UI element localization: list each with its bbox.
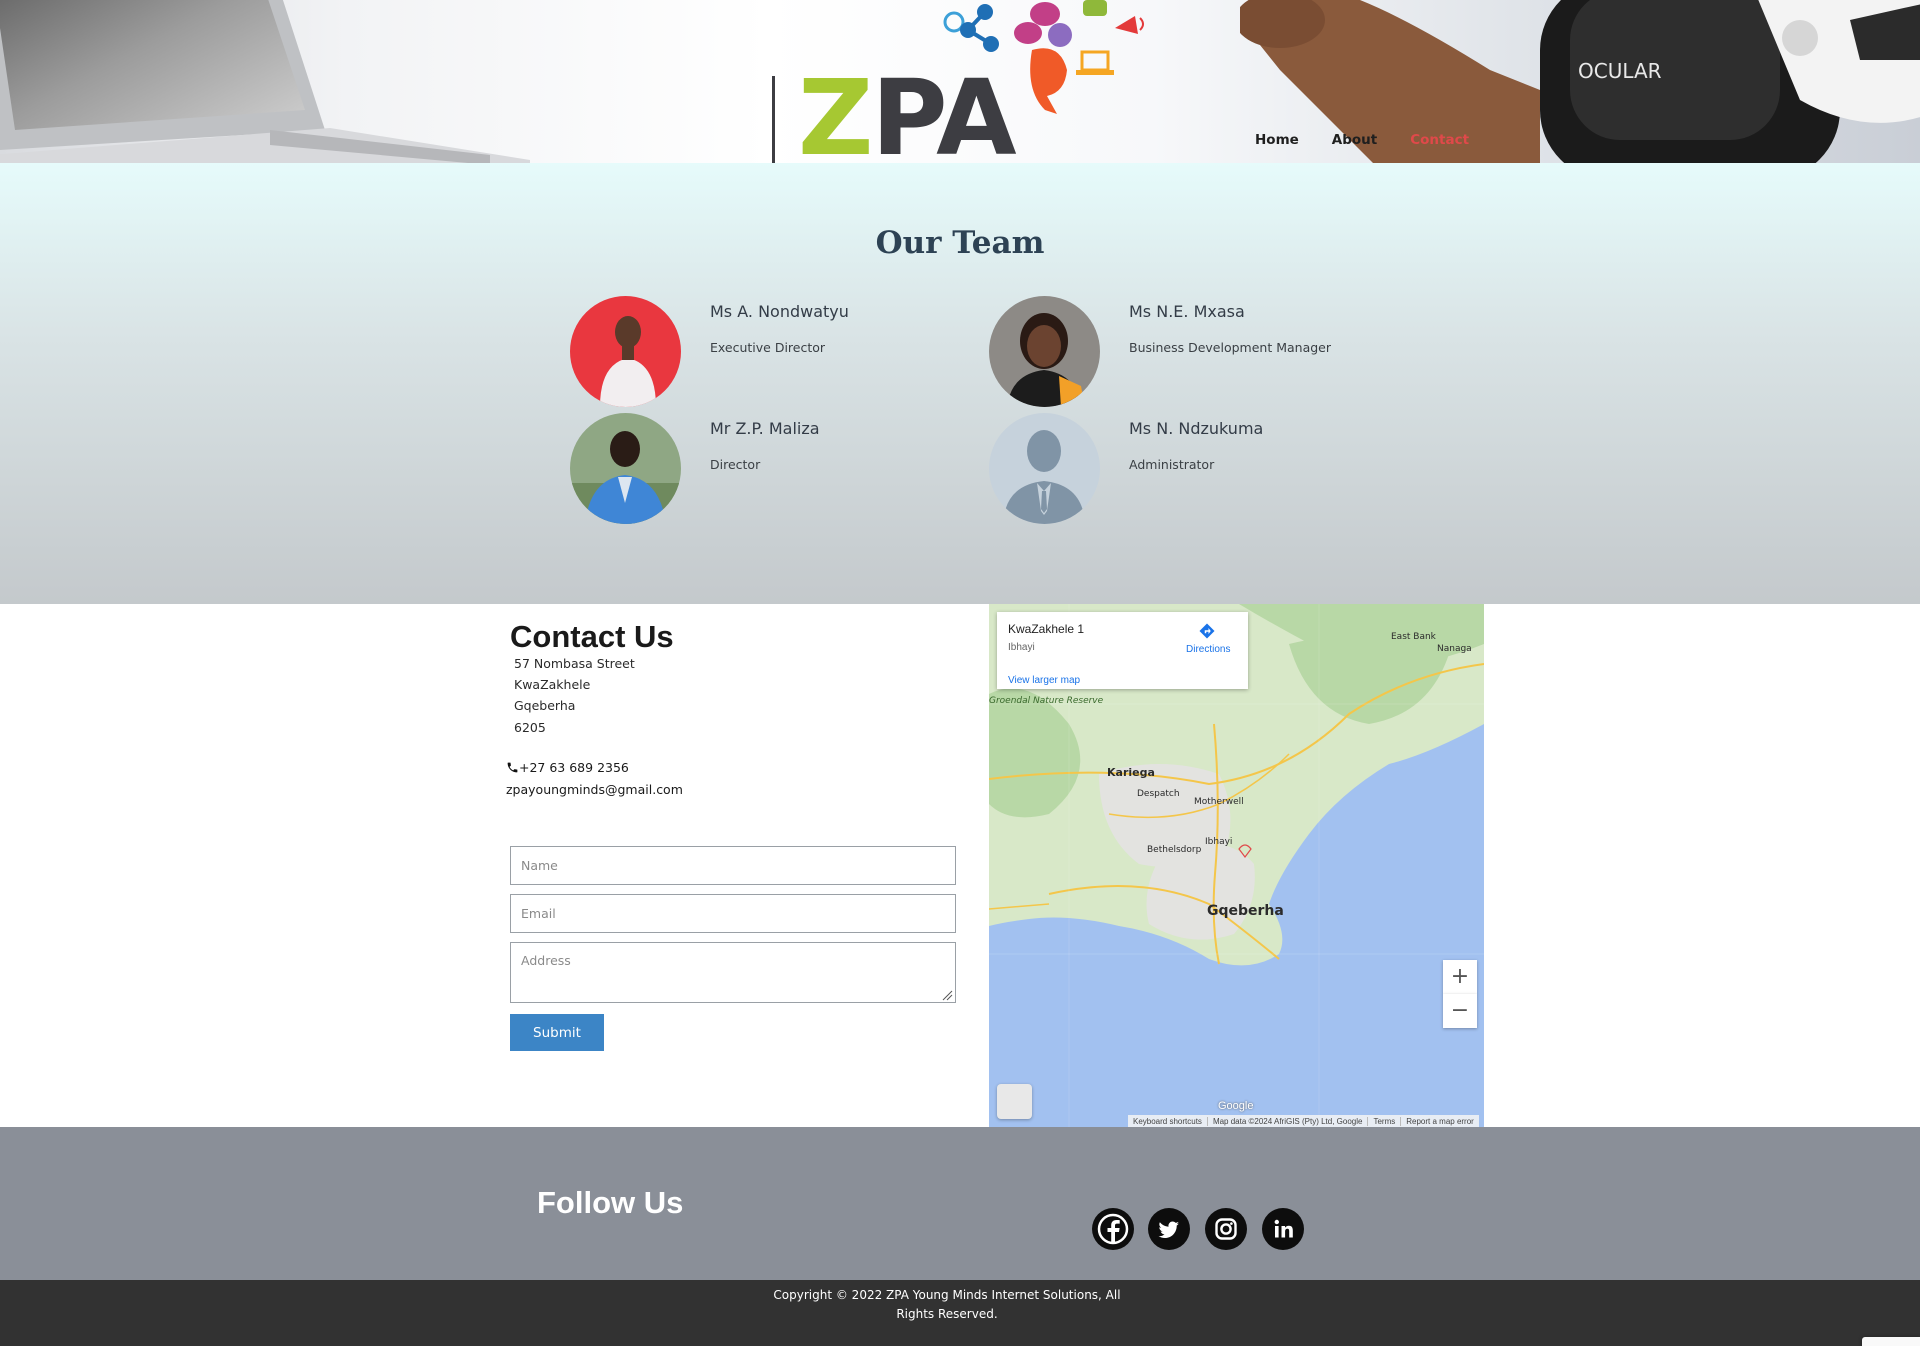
directions-link[interactable]: Directions: [1186, 644, 1230, 655]
member-role: Business Development Manager: [1129, 340, 1332, 355]
member-name: Mr Z.P. Maliza: [710, 419, 820, 438]
resize-grip-icon[interactable]: [941, 989, 953, 1001]
member-role: Administrator: [1129, 457, 1215, 472]
report-map-error-link[interactable]: Report a map error: [1401, 1117, 1479, 1126]
map-label-motherwell: Motherwell: [1194, 797, 1244, 807]
team-member-card: Ms N. Ndzukuma Administrator: [989, 413, 1389, 525]
phone-row[interactable]: +27 63 689 2356: [506, 760, 629, 775]
map-place-area: Ibhayi: [1008, 642, 1035, 653]
address-suburb: KwaZakhele: [514, 677, 591, 692]
team-section: Our Team Ms A. Nondwatyu Executive Direc…: [0, 163, 1920, 604]
team-member-card: Mr Z.P. Maliza Director: [570, 413, 970, 525]
member-role: Director: [710, 457, 761, 472]
member-role: Executive Director: [710, 340, 826, 355]
contact-title: Contact Us: [510, 619, 674, 654]
facebook-icon: [1097, 1213, 1129, 1245]
copyright-line-1: Copyright © 2022 ZPA Young Minds Interne…: [773, 1288, 1121, 1302]
map-label-nanaga: Nanaga: [1437, 644, 1472, 654]
logo-wordmark: ZPA: [798, 57, 1017, 163]
map-label-ibhayi: Ibhayi: [1205, 837, 1233, 847]
nav-about[interactable]: About: [1332, 132, 1377, 148]
address-field[interactable]: [510, 942, 956, 1003]
map-label-reserve: Groendal Nature Reserve: [989, 696, 1104, 706]
team-member-card: Ms N.E. Mxasa Business Development Manag…: [989, 296, 1389, 408]
phone-number: +27 63 689 2356: [519, 760, 629, 775]
map-label-despatch: Despatch: [1137, 789, 1180, 799]
map-data-credit: Map data ©2024 AfriGIS (Pty) Ltd, Google: [1208, 1116, 1369, 1126]
instagram-icon: [1215, 1218, 1237, 1240]
embedded-map[interactable]: Groendal Nature Reserve Kariega Despatch…: [989, 604, 1484, 1127]
nav-contact[interactable]: Contact: [1410, 132, 1469, 148]
member-name: Ms N. Ndzukuma: [1129, 419, 1264, 438]
nav-home[interactable]: Home: [1255, 132, 1299, 148]
facebook-link[interactable]: [1092, 1208, 1134, 1250]
map-layers-button[interactable]: [997, 1084, 1032, 1119]
follow-section: Follow Us: [0, 1127, 1920, 1280]
directions-icon[interactable]: [1198, 622, 1216, 640]
avatar: [570, 296, 681, 407]
avatar: [989, 413, 1100, 524]
name-field[interactable]: [510, 846, 956, 885]
view-larger-map-link[interactable]: View larger map: [1008, 675, 1080, 686]
map-label-bethelsdorp: Bethelsdorp: [1147, 845, 1202, 855]
instagram-link[interactable]: [1205, 1208, 1247, 1250]
zpa-logo[interactable]: ZPA: [770, 0, 1170, 163]
map-attribution: Keyboard shortcuts Map data ©2024 AfriGI…: [1128, 1115, 1479, 1127]
member-name: Ms N.E. Mxasa: [1129, 302, 1245, 321]
address-postcode: 6205: [514, 720, 546, 735]
zoom-in-button[interactable]: +: [1443, 960, 1477, 994]
address-street: 57 Nombasa Street: [514, 656, 635, 671]
laptop-image: [0, 0, 530, 163]
main-nav: Home About Contact: [1255, 132, 1502, 148]
map-label-gqeberha: Gqeberha: [1207, 903, 1284, 919]
follow-title: Follow Us: [537, 1185, 684, 1220]
avatar: [570, 413, 681, 524]
linkedin-link[interactable]: [1262, 1208, 1304, 1250]
email-field[interactable]: [510, 894, 956, 933]
email-link[interactable]: zpayoungminds@gmail.com: [506, 782, 683, 797]
member-name: Ms A. Nondwatyu: [710, 302, 849, 321]
address-city: Gqeberha: [514, 698, 576, 713]
keyboard-shortcuts-link[interactable]: Keyboard shortcuts: [1128, 1116, 1208, 1126]
terms-link[interactable]: Terms: [1368, 1116, 1402, 1126]
header-banner: ZPA OCULAR Home About Contact: [0, 0, 1920, 163]
twitter-icon: [1158, 1221, 1179, 1238]
submit-button[interactable]: Submit: [510, 1014, 604, 1051]
twitter-link[interactable]: [1148, 1208, 1190, 1250]
google-logo: Google: [1218, 1100, 1254, 1112]
avatar: [989, 296, 1100, 407]
vr-brand-text: OCULAR: [1578, 59, 1662, 83]
map-place-card: KwaZakhele 1 Ibhayi Directions View larg…: [997, 612, 1248, 689]
linkedin-icon: [1274, 1219, 1293, 1238]
person-placeholder-icon: [989, 413, 1100, 524]
team-member-card: Ms A. Nondwatyu Executive Director: [570, 296, 970, 408]
recaptcha-badge[interactable]: [1862, 1337, 1920, 1346]
zoom-out-button[interactable]: −: [1443, 994, 1477, 1028]
phone-icon: [507, 762, 518, 773]
copyright-line-2: Rights Reserved.: [896, 1307, 998, 1321]
footer: Copyright © 2022 ZPA Young Minds Interne…: [0, 1280, 1920, 1346]
team-title: Our Team: [875, 225, 1045, 261]
map-place-name: KwaZakhele 1: [1008, 622, 1085, 636]
map-label-kariega: Kariega: [1107, 766, 1155, 779]
map-label-east-bank: East Bank: [1391, 632, 1436, 642]
contact-section: Contact Us 57 Nombasa Street KwaZakhele …: [0, 604, 1920, 1127]
